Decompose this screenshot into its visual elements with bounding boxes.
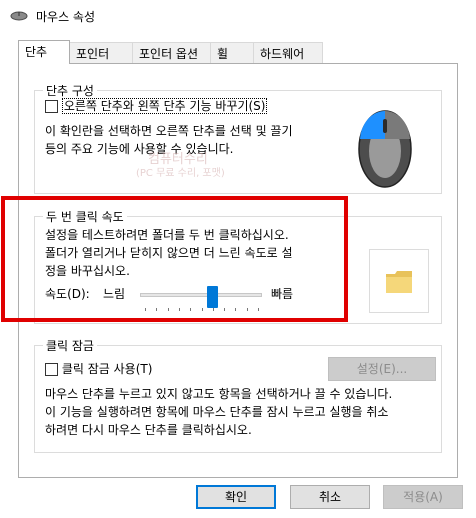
tab-wheel[interactable]: 휠: [210, 42, 254, 63]
tab-pointers[interactable]: 포인터: [69, 42, 133, 63]
ok-button[interactable]: 확인: [196, 485, 276, 509]
click-lock-desc-2: 이 기능을 실행하려면 항목에 마우스 단추를 잠시 누르고 실행을 취소: [45, 405, 389, 419]
watermark-text-2: (PC 무료 수리, 포맷): [136, 168, 225, 179]
swap-buttons-checkbox[interactable]: [45, 100, 58, 113]
folder-icon[interactable]: [384, 266, 414, 296]
click-lock-option[interactable]: 클릭 잠금 사용(T): [45, 360, 152, 378]
apply-button[interactable]: 적용(A): [383, 485, 463, 509]
button-config-desc-1: 이 확인란을 선택하면 오른쪽 단추를 선택 및 끌기: [45, 124, 293, 138]
group-title-click-lock: 클릭 잠금: [43, 337, 97, 354]
mouse-illustration-icon: [358, 110, 412, 188]
cancel-button[interactable]: 취소: [290, 485, 370, 509]
swap-buttons-option[interactable]: 오른쪽 단추와 왼쪽 단추 기능 바꾸기(S): [45, 97, 268, 115]
test-folder-area[interactable]: [369, 249, 429, 313]
click-lock-settings-button[interactable]: 설정(E)...: [328, 357, 436, 381]
swap-buttons-label: 오른쪽 단추와 왼쪽 단추 기능 바꾸기(S): [61, 98, 268, 114]
title-bar: 마우스 속성: [0, 0, 476, 32]
click-lock-label: 클릭 잠금 사용(T): [61, 362, 153, 376]
window-title: 마우스 속성: [36, 10, 96, 24]
tab-buttons[interactable]: 단추: [18, 40, 70, 64]
click-lock-checkbox[interactable]: [45, 363, 58, 376]
tab-pointer-options[interactable]: 포인터 옵션: [132, 42, 211, 63]
tab-hardware[interactable]: 하드웨어: [253, 42, 323, 63]
tab-strip: 단추 포인터 포인터 옵션 휠 하드웨어: [18, 40, 458, 64]
mouse-icon: [10, 11, 28, 21]
click-lock-desc-3: 하려면 다시 마우스 단추를 클릭하십시오.: [45, 423, 252, 437]
click-lock-desc-1: 마우스 단추를 누르고 있지 않고도 항목을 선택하거나 끌 수 있습니다.: [45, 387, 393, 401]
highlight-annotation: [1, 196, 348, 322]
